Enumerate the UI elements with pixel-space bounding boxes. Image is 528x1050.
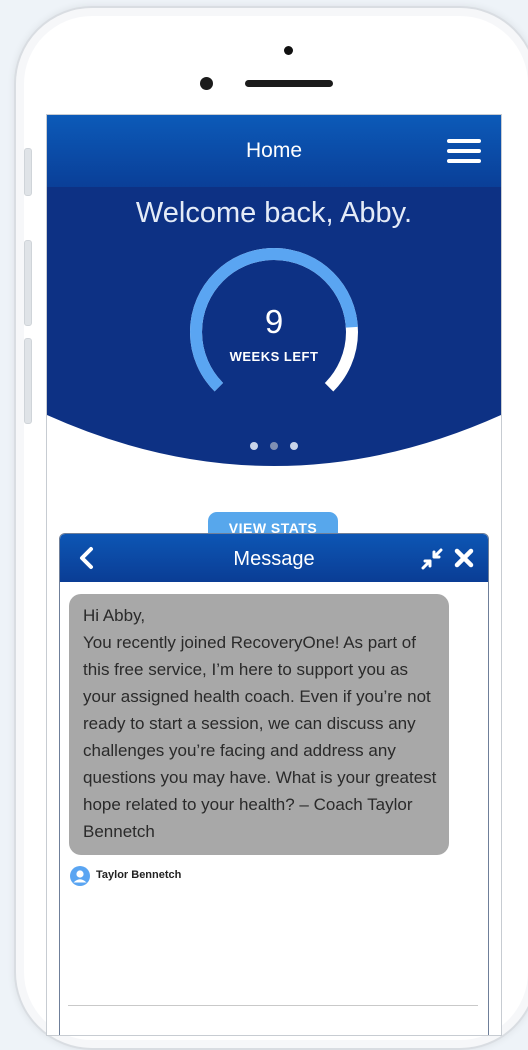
message-bubble: Hi Abby, You recently joined RecoveryOne…	[69, 594, 449, 855]
weeks-left-count: 9	[264, 303, 284, 340]
weeks-left-label: WEEKS LEFT	[229, 349, 319, 364]
front-camera	[200, 77, 213, 90]
minimize-arrows-icon[interactable]	[421, 548, 443, 570]
message-greeting: Hi Abby,	[83, 606, 146, 625]
mute-switch	[24, 148, 32, 196]
hamburger-menu-icon[interactable]	[447, 139, 481, 163]
close-icon[interactable]	[453, 547, 475, 569]
pagination-dot[interactable]	[250, 442, 258, 450]
message-body: You recently joined RecoveryOne! As part…	[83, 633, 437, 841]
app-screen: Home Welcome back, Abby. 9 WEEKS LEFT VI…	[46, 114, 502, 1036]
top-bar: Home	[47, 115, 501, 187]
composer-divider	[68, 1005, 478, 1006]
earpiece-speaker	[245, 80, 333, 87]
message-panel: Message Hi Abby, You recently joined Rec…	[59, 533, 489, 1035]
sender-name: Taylor Bennetch	[96, 869, 182, 881]
proximity-sensor	[284, 46, 293, 55]
volume-up-button	[24, 240, 32, 326]
volume-down-button	[24, 338, 32, 424]
pagination-dot[interactable]	[270, 442, 278, 450]
welcome-message: Welcome back, Abby.	[135, 197, 413, 229]
page-title: Home	[245, 139, 303, 162]
pagination-dot[interactable]	[290, 442, 298, 450]
message-header: Message	[60, 534, 488, 582]
user-avatar-icon	[70, 866, 90, 886]
pagination-dots	[47, 437, 501, 455]
